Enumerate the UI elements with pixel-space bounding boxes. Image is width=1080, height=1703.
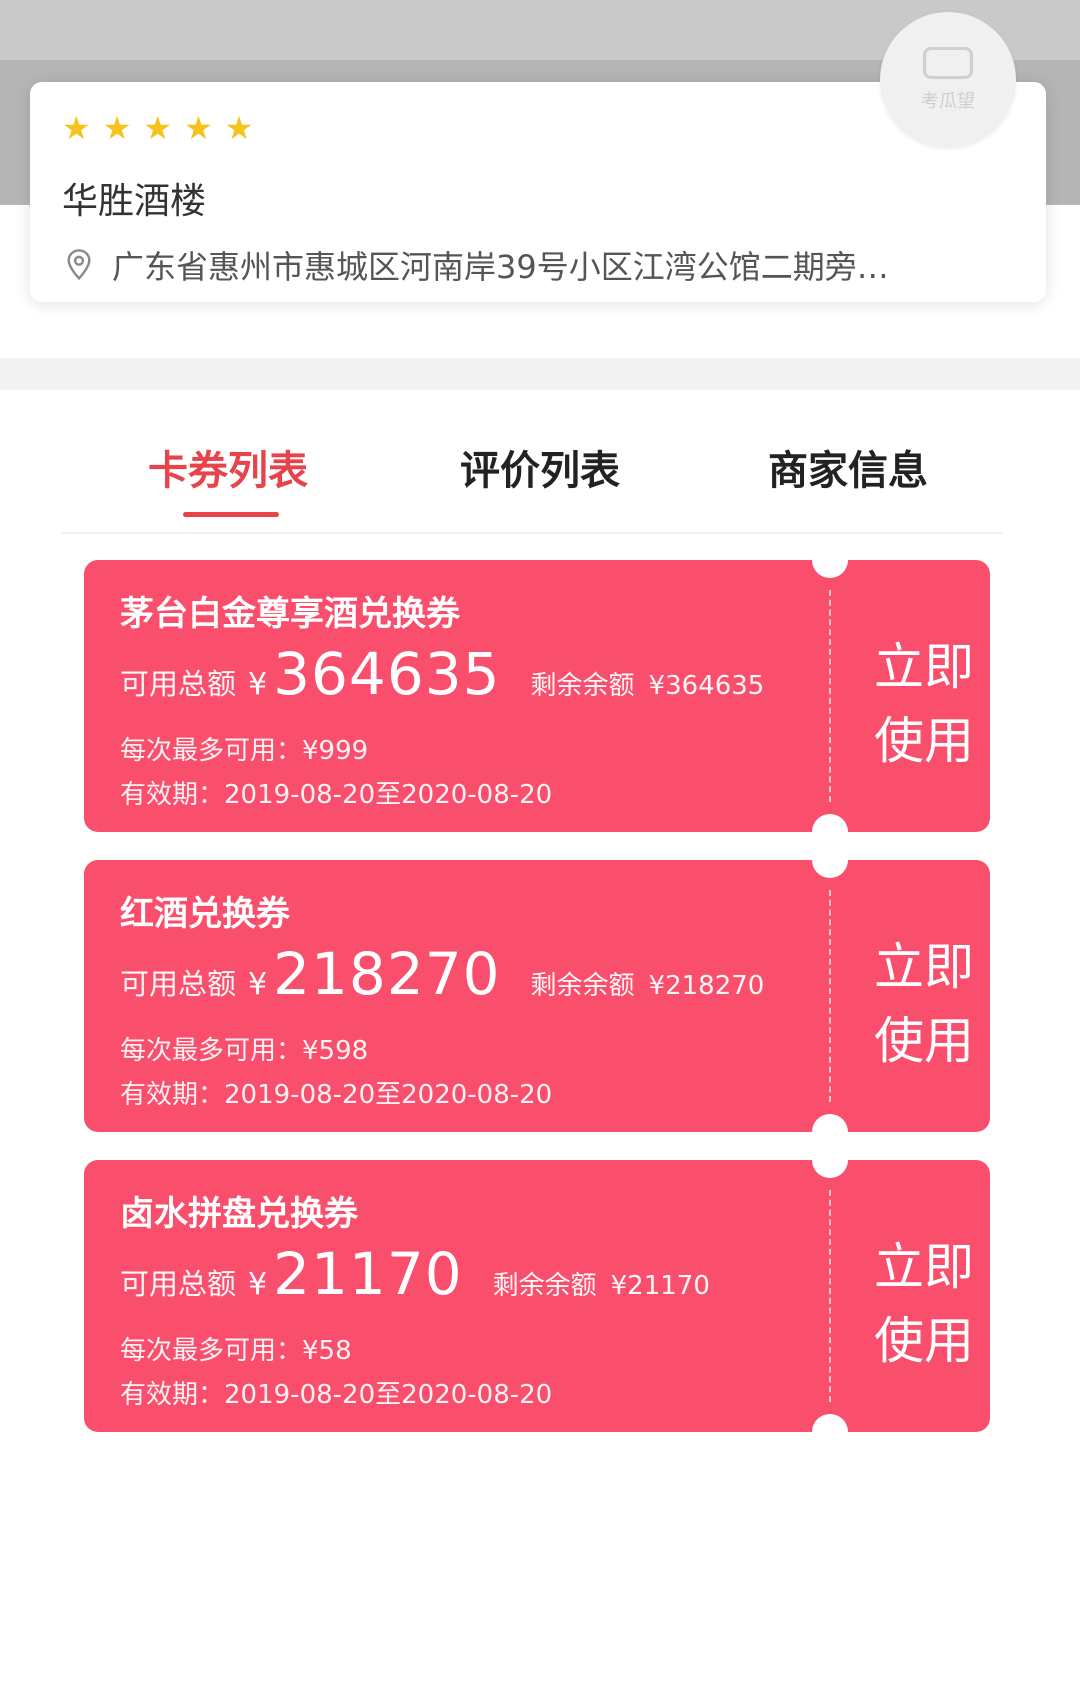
ticket-notch xyxy=(812,814,848,832)
ticket-notch xyxy=(812,1160,848,1178)
max-use-label: 每次最多可用： xyxy=(120,736,303,766)
validity-row: 有效期：2019-08-20至2020-08-20 xyxy=(120,1074,552,1111)
coupon-amount-row: 可用总额 ¥ 21170 剩余余额 ¥21170 xyxy=(120,1240,710,1308)
max-use-value: ¥999 xyxy=(302,736,369,766)
coupon-amount-row: 可用总额 ¥ 364635 剩余余额 ¥364635 xyxy=(120,640,764,708)
use-now-line2: 使用 xyxy=(874,1312,974,1370)
max-use-value: ¥58 xyxy=(302,1336,352,1366)
ticket-notch xyxy=(812,1114,848,1132)
tab-bar: 卡券列表 评价列表 商家信息 xyxy=(0,420,1080,530)
validity-label: 有效期： xyxy=(120,780,225,810)
remain-amount: ¥364635 xyxy=(648,671,765,701)
coupon-title: 卤水拼盘兑换券 xyxy=(120,1194,358,1234)
remain-amount: ¥218270 xyxy=(648,971,765,1001)
shop-name: 华胜酒楼 xyxy=(62,181,207,222)
use-now-button[interactable]: 立即 使用 xyxy=(874,630,974,778)
shop-address[interactable]: 广东省惠州市惠城区河南岸39号小区江湾公馆二期旁… xyxy=(64,242,1024,288)
use-now-line2: 使用 xyxy=(874,1012,974,1070)
use-now-button[interactable]: 立即 使用 xyxy=(874,1230,974,1378)
star-icon: ★ xyxy=(62,109,91,147)
max-use-row: 每次最多可用：¥999 xyxy=(120,730,368,767)
tab-review-list[interactable]: 评价列表 xyxy=(460,438,620,496)
tab-divider xyxy=(62,532,1002,534)
logo-text: 考瓜望 xyxy=(921,91,975,112)
remain-label: 剩余余额 xyxy=(492,1271,597,1301)
validity-value: 2019-08-20至2020-08-20 xyxy=(224,1380,553,1410)
remain-label: 剩余余额 xyxy=(530,671,635,701)
currency-symbol: ¥ xyxy=(248,667,268,702)
coupon-card: 卤水拼盘兑换券 可用总额 ¥ 21170 剩余余额 ¥21170 每次最多可用：… xyxy=(84,1160,990,1432)
validity-label: 有效期： xyxy=(120,1380,225,1410)
tab-merchant-info[interactable]: 商家信息 xyxy=(768,438,928,496)
location-pin-icon xyxy=(67,249,91,281)
total-amount: 218270 xyxy=(273,940,501,1008)
validity-value: 2019-08-20至2020-08-20 xyxy=(224,1080,553,1110)
use-now-line1: 立即 xyxy=(874,1238,974,1296)
perforation-line xyxy=(829,590,831,802)
perforation-line xyxy=(829,890,831,1102)
validity-row: 有效期：2019-08-20至2020-08-20 xyxy=(120,1374,552,1411)
total-label: 可用总额 xyxy=(120,667,237,701)
use-now-line2: 使用 xyxy=(874,712,974,770)
ticket-notch xyxy=(812,560,848,578)
brand-logo: 考瓜望 xyxy=(880,12,1016,148)
currency-symbol: ¥ xyxy=(248,967,268,1002)
remain-label: 剩余余额 xyxy=(530,971,635,1001)
perforation-line xyxy=(829,1190,831,1402)
rating-stars: ★ ★ ★ ★ ★ xyxy=(62,110,253,146)
max-use-label: 每次最多可用： xyxy=(120,1036,303,1066)
coupon-card: 茅台白金尊享酒兑换券 可用总额 ¥ 364635 剩余余额 ¥364635 每次… xyxy=(84,560,990,832)
currency-symbol: ¥ xyxy=(248,1267,268,1302)
star-icon: ★ xyxy=(102,109,132,147)
remain-amount: ¥21170 xyxy=(610,1271,710,1301)
ticket-notch xyxy=(812,860,848,878)
total-label: 可用总额 xyxy=(120,1267,237,1301)
logo-glyph-icon xyxy=(923,47,973,79)
active-tab-indicator xyxy=(183,512,279,517)
max-use-row: 每次最多可用：¥58 xyxy=(120,1330,352,1367)
validity-row: 有效期：2019-08-20至2020-08-20 xyxy=(120,774,552,811)
tab-coupon-list[interactable]: 卡券列表 xyxy=(148,438,308,496)
use-now-line1: 立即 xyxy=(874,638,974,696)
total-amount: 21170 xyxy=(273,1240,463,1308)
max-use-label: 每次最多可用： xyxy=(120,1336,303,1366)
total-label: 可用总额 xyxy=(120,967,237,1001)
max-use-row: 每次最多可用：¥598 xyxy=(120,1030,368,1067)
validity-value: 2019-08-20至2020-08-20 xyxy=(224,780,553,810)
coupon-card: 红酒兑换券 可用总额 ¥ 218270 剩余余额 ¥218270 每次最多可用：… xyxy=(84,860,990,1132)
coupon-amount-row: 可用总额 ¥ 218270 剩余余额 ¥218270 xyxy=(120,940,764,1008)
coupon-title: 茅台白金尊享酒兑换券 xyxy=(120,594,460,634)
use-now-line1: 立即 xyxy=(874,938,974,996)
use-now-button[interactable]: 立即 使用 xyxy=(874,930,974,1078)
coupon-title: 红酒兑换券 xyxy=(120,894,290,934)
address-text: 广东省惠州市惠城区河南岸39号小区江湾公馆二期旁… xyxy=(112,248,889,286)
validity-label: 有效期： xyxy=(120,1080,225,1110)
star-icon: ★ xyxy=(224,109,254,147)
total-amount: 364635 xyxy=(273,640,501,708)
star-icon: ★ xyxy=(184,109,213,147)
ticket-notch xyxy=(812,1414,848,1432)
max-use-value: ¥598 xyxy=(302,1036,369,1066)
star-icon: ★ xyxy=(143,109,173,147)
section-separator xyxy=(0,358,1080,390)
